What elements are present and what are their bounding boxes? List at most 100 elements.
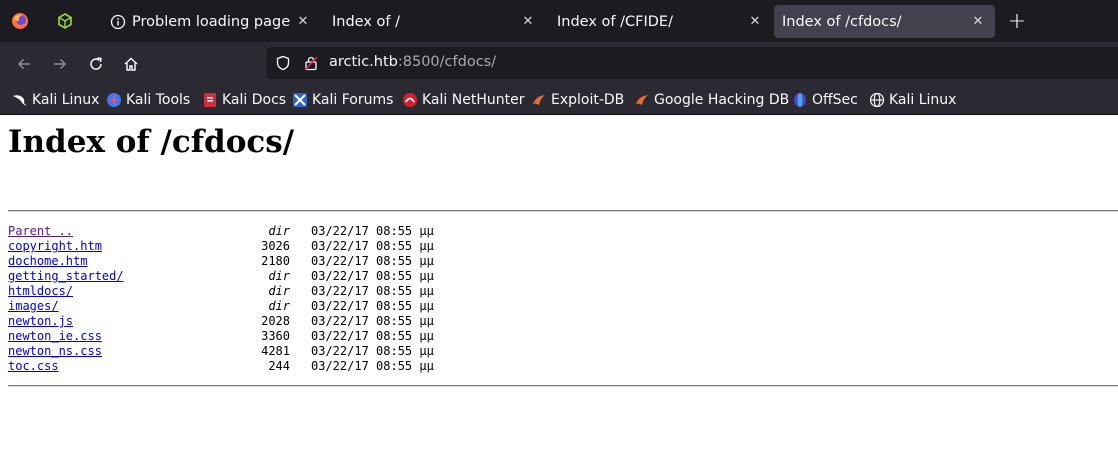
bookmark-kali-tools[interactable]: Kali Tools (106, 90, 190, 110)
tab-index-root[interactable]: Index of / ✕ (320, 5, 545, 38)
file-size: 244 (268, 359, 290, 373)
directory-row: getting_started/dir 03/22/17 08:55 μμ (8, 269, 468, 284)
kali-tools-icon (106, 92, 122, 108)
bookmark-label: Kali Docs (222, 92, 287, 108)
file-date: 03/22/17 08:55 μμ (311, 359, 434, 373)
directory-listing: Parent .. dir 03/22/17 08:55 μμ copyright.h… (8, 224, 468, 374)
kali-forums-icon (292, 92, 308, 108)
tab-index-cfdocs[interactable]: Index of /cfdocs/ ✕ (774, 5, 995, 38)
bottom-divider (8, 385, 1118, 387)
url-text[interactable]: arctic.htb:8500/cfdocs/ (329, 54, 496, 70)
file-link[interactable]: copyright.htm (8, 239, 102, 254)
bookmark-label: Kali Tools (126, 92, 191, 108)
tab-title: Index of /CFIDE/ (557, 13, 673, 30)
directory-row: newton_ns.css 4281 03/22/17 08:55 μμ (8, 344, 468, 359)
tab-title: Index of / (332, 13, 400, 30)
close-icon[interactable]: ✕ (747, 13, 763, 29)
close-icon[interactable]: ✕ (295, 13, 311, 29)
bookmark-kali-linux[interactable]: Kali Linux (12, 90, 99, 110)
file-date: 03/22/17 08:55 μμ (311, 299, 434, 313)
tab-title: Problem loading page (132, 13, 291, 30)
file-link[interactable]: images/ (8, 299, 59, 314)
file-date: 03/22/17 08:55 μμ (311, 254, 434, 268)
file-date: 03/22/17 08:55 μμ (311, 329, 434, 343)
new-tab-button[interactable]: + (1002, 6, 1032, 36)
file-size: dir (268, 299, 290, 313)
file-date: 03/22/17 08:55 μμ (311, 314, 434, 328)
bookmark-offsec[interactable]: OffSec (792, 90, 858, 110)
tab-strip: Problem loading page ✕ Index of / ✕ Inde… (0, 0, 1118, 42)
tab-problem-loading[interactable]: Problem loading page ✕ (98, 5, 320, 38)
file-size: dir (268, 284, 290, 298)
file-link[interactable]: newton_ie.css (8, 329, 102, 344)
bookmark-label: Kali Forums (312, 92, 394, 108)
directory-row: newton.js 2028 03/22/17 08:55 μμ (8, 314, 468, 329)
file-date: 03/22/17 08:55 μμ (311, 224, 434, 238)
top-divider (8, 210, 1118, 212)
url-host: arctic.htb (329, 54, 398, 70)
close-icon[interactable]: ✕ (520, 13, 536, 29)
kali-docs-icon (202, 92, 218, 108)
bookmarks-toolbar: Kali Linux Kali Tools Kali Docs Kali For… (0, 85, 1118, 115)
bookmark-exploit-db[interactable]: Exploit-DB (531, 90, 624, 110)
ghdb-icon (634, 92, 650, 108)
file-link[interactable]: newton_ns.css (8, 344, 102, 359)
bookmark-google-hacking-db[interactable]: Google Hacking DB (634, 90, 789, 110)
file-link[interactable]: newton.js (8, 314, 73, 329)
bookmark-kali-docs[interactable]: Kali Docs (202, 90, 286, 110)
shield-icon[interactable] (275, 55, 291, 75)
firefox-icon[interactable] (5, 6, 35, 36)
file-link[interactable]: dochome.htm (8, 254, 87, 269)
globe-icon (869, 92, 885, 108)
directory-row: dochome.htm 2180 03/22/17 08:55 μμ (8, 254, 468, 269)
file-size: 2028 (261, 314, 290, 328)
exploit-db-icon (531, 92, 547, 108)
file-size: 4281 (261, 344, 290, 358)
file-link[interactable]: getting_started/ (8, 269, 124, 284)
file-link[interactable]: htmldocs/ (8, 284, 73, 299)
file-size: dir (268, 269, 290, 283)
file-date: 03/22/17 08:55 μμ (311, 344, 434, 358)
file-date: 03/22/17 08:55 μμ (311, 284, 434, 298)
file-size: dir (268, 224, 290, 238)
close-icon[interactable]: ✕ (970, 13, 986, 29)
home-icon[interactable] (117, 50, 145, 78)
reload-icon[interactable] (82, 50, 110, 78)
url-bar[interactable]: arctic.htb:8500/cfdocs/ (267, 47, 1118, 79)
offsec-icon (792, 92, 808, 108)
tab-index-cfide[interactable]: Index of /CFIDE/ ✕ (545, 5, 772, 38)
nethunter-icon (402, 92, 418, 108)
file-date: 03/22/17 08:55 μμ (311, 239, 434, 253)
file-size: 2180 (261, 254, 290, 268)
file-link[interactable]: toc.css (8, 359, 59, 374)
directory-row: toc.css 244 03/22/17 08:55 μμ (8, 359, 468, 374)
forward-arrow-icon[interactable] (46, 50, 74, 78)
directory-row: htmldocs/dir 03/22/17 08:55 μμ (8, 284, 468, 299)
bookmark-label: OffSec (812, 92, 858, 108)
bookmark-label: Kali Linux (32, 92, 100, 108)
url-path: :8500/cfdocs/ (397, 54, 497, 70)
bookmark-kali-linux-2[interactable]: Kali Linux (869, 90, 956, 110)
bookmark-kali-forums[interactable]: Kali Forums (292, 90, 393, 110)
insecure-lock-icon[interactable] (303, 55, 319, 75)
file-size: 3026 (261, 239, 290, 253)
kali-dragon-icon (12, 92, 28, 108)
bookmark-label: Google Hacking DB (654, 92, 790, 108)
page-title: Index of /cfdocs/ (8, 124, 295, 160)
bookmark-kali-nethunter[interactable]: Kali NetHunter (402, 90, 524, 110)
info-icon (110, 14, 126, 30)
bookmark-label: Kali NetHunter (422, 92, 525, 108)
tab-title: Index of /cfdocs/ (782, 13, 902, 30)
file-size: 3360 (261, 329, 290, 343)
directory-row: Parent .. dir 03/22/17 08:55 μμ (8, 224, 468, 239)
directory-row: newton_ie.css 3360 03/22/17 08:55 μμ (8, 329, 468, 344)
directory-row: images/dir 03/22/17 08:55 μμ (8, 299, 468, 314)
page-content: Index of /cfdocs/ Parent .. dir 03/22/17 0… (0, 115, 1118, 465)
file-date: 03/22/17 08:55 μμ (311, 269, 434, 283)
cube-icon[interactable] (50, 6, 80, 36)
directory-row: copyright.htm 3026 03/22/17 08:55 μμ (8, 239, 468, 254)
back-arrow-icon[interactable] (10, 50, 38, 78)
file-link[interactable]: Parent .. (8, 224, 73, 239)
bookmark-label: Kali Linux (889, 92, 957, 108)
bookmark-label: Exploit-DB (551, 92, 625, 108)
